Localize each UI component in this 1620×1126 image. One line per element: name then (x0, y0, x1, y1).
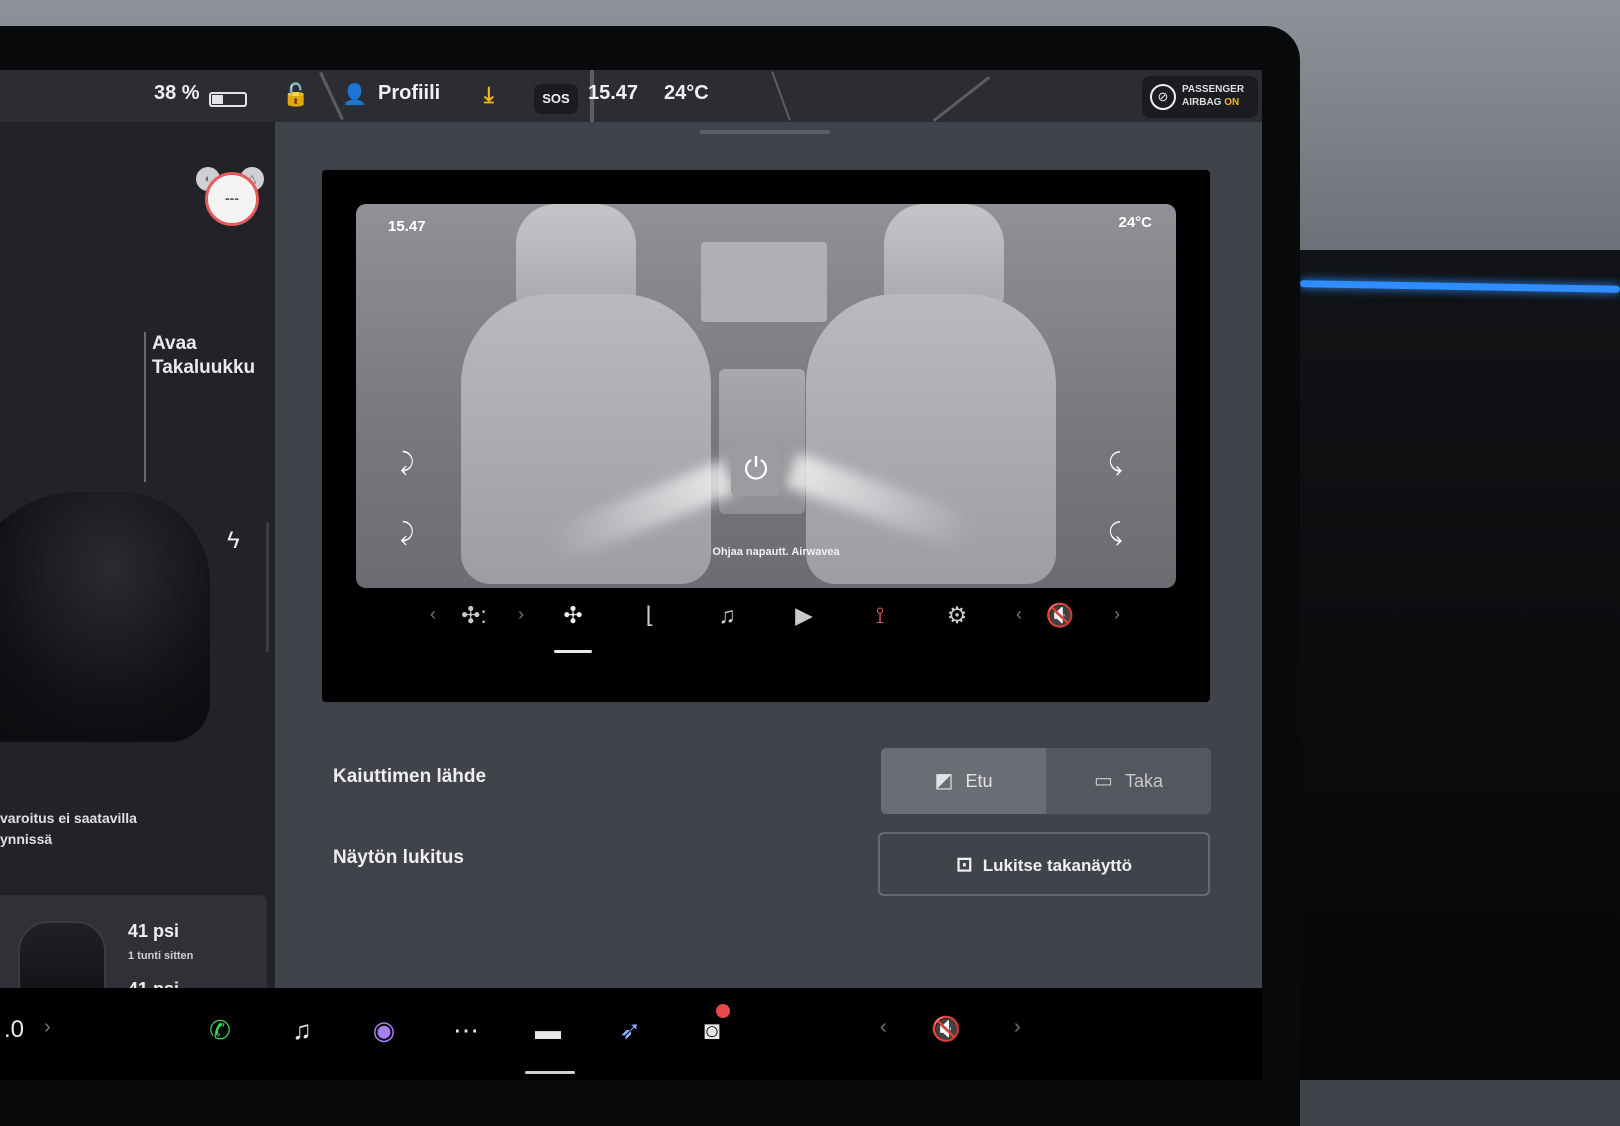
vent-upper-right-icon[interactable]: ⤹ (1108, 449, 1122, 477)
phone-icon[interactable]: ✆ (198, 1008, 242, 1052)
volume-down-chevron-icon[interactable]: ‹ (1016, 604, 1022, 625)
vent-upper-left-icon[interactable]: ⤸ (400, 449, 414, 477)
option-rear-label: Taka (1124, 771, 1163, 791)
rear-screen-icon: ▭ (1094, 770, 1113, 792)
screen-lock-label: Näytön lukitus (333, 847, 464, 868)
speaker-option-front[interactable]: ◩ Etu (881, 748, 1046, 814)
more-icon[interactable]: ⋯ (444, 1008, 488, 1052)
lock-button-label: Lukitse takanäyttö (982, 856, 1133, 875)
notification-badge (716, 1004, 730, 1018)
music-icon[interactable]: ♫ (707, 602, 747, 629)
cabin-view[interactable]: 15.47 24°C ⏻ Ohjaa napautt. Airwavea ⤸ ⤸… (356, 204, 1176, 588)
fan-speed-icon[interactable]: ✣: (454, 602, 494, 629)
car-3d-view[interactable] (0, 492, 210, 742)
rear-time: 15.47 (388, 218, 426, 235)
panel-resize-handle[interactable] (266, 522, 269, 652)
status-temperature: 24°C (664, 82, 709, 104)
drag-handle[interactable] (700, 130, 830, 134)
airbag-line1: PASSENGER (1182, 84, 1245, 95)
airwave-hint: Ohjaa napautt. Airwavea (712, 546, 840, 558)
music-icon[interactable]: ♫ (280, 1008, 324, 1052)
dock-chevron-icon[interactable]: › (44, 1016, 51, 1039)
profile-icon[interactable]: 👤 (342, 82, 367, 107)
dock-active-indicator (525, 1071, 575, 1074)
option-front-label: Etu (965, 771, 993, 791)
navigation-icon[interactable]: ➶ (608, 1008, 652, 1052)
mirror-control[interactable]: --- (205, 172, 259, 226)
warning-text: varoitus ei saatavilla ynnissä (0, 808, 137, 850)
battery-percent: 38 % (154, 82, 200, 104)
lock-icon[interactable]: 🔓 (282, 82, 309, 108)
camera-lens-icon[interactable]: ◉ (362, 1008, 406, 1052)
rear-display-preview: 15.47 24°C ⏻ Ohjaa napautt. Airwavea ⤸ ⤸… (322, 170, 1210, 702)
mute-icon[interactable]: 🔇 (1040, 602, 1080, 629)
front-touchscreen (701, 242, 827, 322)
lock-rear-screen-button[interactable]: ⊡ Lukitse takanäyttö (878, 832, 1210, 896)
tire-psi-front: 41 psi (128, 921, 180, 941)
trunk-line1: Avaa (152, 333, 197, 354)
status-time: 15.47 (588, 82, 639, 104)
sos-button[interactable]: SOS (534, 84, 578, 114)
vehicle-panel: ◐ △ --- Avaa Takaluukku ϟ varoitus ei sa… (0, 122, 275, 1057)
trunk-pointer-line (144, 332, 146, 482)
seat-icon[interactable]: ⌊ (630, 602, 670, 629)
download-icon[interactable]: ⤓ (484, 82, 494, 108)
dock-left-value[interactable]: .0 (0, 1008, 36, 1052)
power-icon[interactable]: ⏻ (731, 446, 781, 496)
rear-temperature: 24°C (1118, 214, 1152, 231)
settings-icon[interactable]: ⚙ (937, 602, 977, 629)
joystick-icon[interactable]: ⟟ (860, 602, 900, 629)
open-trunk-button[interactable]: Avaa Takaluukku (152, 332, 255, 380)
airbag-label: AIRBAG (1182, 97, 1222, 108)
volume-up-chevron-icon[interactable]: › (1114, 604, 1120, 625)
volume-up-icon[interactable]: › (1014, 1016, 1021, 1039)
dock: .0 › ✆ ♫ ◉ ⋯ ▬ ➶ ◙ ‹ 🔇 › (0, 988, 1262, 1080)
map-road (771, 71, 791, 121)
video-icon[interactable]: ▶ (784, 602, 824, 629)
vent-lower-right-icon[interactable]: ⤹ (1108, 519, 1122, 547)
status-bar: 38 % 🔓 👤 Profiili ⤓ SOS 15.47 24°C ⊘ PAS… (0, 70, 1262, 122)
passenger-airbag-indicator: ⊘ PASSENGER AIRBAG ON (1142, 76, 1258, 118)
screen-icon[interactable]: ▬ (526, 1008, 570, 1052)
map-road (319, 71, 344, 121)
battery-icon (209, 92, 247, 107)
speaker-source-label: Kaiuttimen lähde (333, 766, 487, 787)
dashboard-background (1290, 250, 1620, 1080)
warning-line2: ynnissä (0, 831, 53, 847)
map-road (932, 76, 991, 122)
mute-icon[interactable]: 🔇 (924, 1008, 968, 1052)
screen: 38 % 🔓 👤 Profiili ⤓ SOS 15.47 24°C ⊘ PAS… (0, 70, 1262, 1080)
warning-line1: varoitus ei saatavilla (0, 810, 137, 826)
dashcam-icon[interactable]: ◙ (690, 1004, 734, 1052)
airbag-line2: AIRBAG ON (1182, 97, 1239, 108)
lock-screen-icon: ⊡ (955, 854, 973, 876)
airbag-icon: ⊘ (1150, 84, 1176, 110)
chevron-left-icon[interactable]: ‹ (430, 604, 436, 625)
vent-lower-left-icon[interactable]: ⤸ (400, 519, 414, 547)
trunk-line2: Takaluukku (152, 357, 256, 378)
chevron-right-icon[interactable]: › (518, 604, 524, 625)
front-screen-icon: ◩ (934, 770, 954, 792)
rear-display-toolbar: ‹ ✣: › ✣ ⌊ ♫ ▶ ⟟ ⚙ ‹ 🔇 › (322, 602, 1210, 642)
fan-icon[interactable]: ✣ (553, 602, 593, 629)
airbag-status: ON (1224, 97, 1240, 108)
volume-down-icon[interactable]: ‹ (880, 1016, 887, 1039)
speaker-option-rear[interactable]: ▭ Taka (1046, 748, 1211, 814)
speaker-source-selector: ◩ Etu ▭ Taka (881, 748, 1211, 814)
profile-label[interactable]: Profiili (378, 82, 440, 105)
active-tab-indicator (554, 650, 592, 653)
charge-port-icon[interactable]: ϟ (227, 527, 240, 555)
right-front-seat (806, 294, 1056, 584)
tire-time-ago: 1 tunti sitten (128, 950, 194, 962)
